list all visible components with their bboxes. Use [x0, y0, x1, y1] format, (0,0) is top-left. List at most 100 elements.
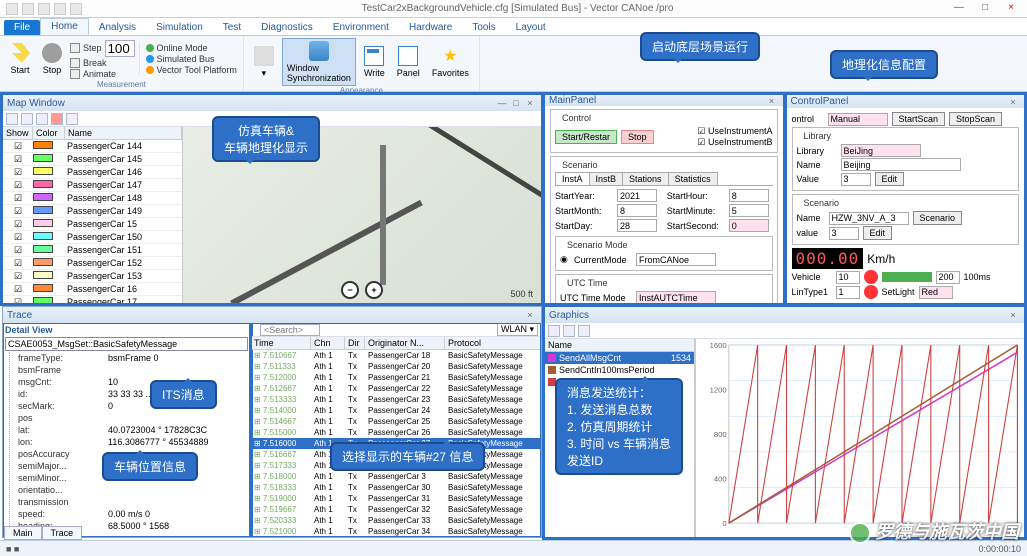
map-col-show[interactable]: Show [3, 127, 33, 139]
ribbon-tab-file[interactable]: File [4, 20, 40, 35]
scenario-value-input[interactable] [829, 227, 859, 240]
vtp-toggle[interactable]: Vector Tool Platform [146, 65, 237, 75]
start-month-input[interactable] [617, 204, 657, 217]
ribbon-tab-simulation[interactable]: Simulation [146, 20, 213, 35]
trace-row[interactable]: ⊞ 7.516667Ath 1TxPassengerCar 28BasicSaf… [251, 449, 541, 460]
current-mode-input[interactable] [636, 253, 716, 266]
tab-instb[interactable]: InstB [589, 172, 624, 185]
trace-row[interactable]: ⊞ 7.517333Ath 1TxPassengerCar 29BasicSaf… [251, 460, 541, 471]
trace-filter-dropdown[interactable]: WLAN ▾ [497, 323, 538, 336]
break-button[interactable]: Break [70, 58, 135, 68]
start-second-input[interactable] [729, 219, 769, 232]
qat-run-icon[interactable] [54, 3, 66, 15]
gfx-tool-icon[interactable] [548, 325, 560, 337]
ribbon-tab-home[interactable]: Home [40, 18, 89, 35]
mp-close-icon[interactable]: × [765, 96, 779, 106]
appearance-dropdown[interactable]: ▾ [250, 44, 278, 81]
map-row[interactable]: ☑PassengerCar 153 [3, 270, 182, 283]
tab-stations[interactable]: Stations [622, 172, 669, 185]
map-row[interactable]: ☑PassengerCar 152 [3, 257, 182, 270]
trace-row[interactable]: ⊞ 7.512000Ath 1TxPassengerCar 21BasicSaf… [251, 372, 541, 383]
online-mode-toggle[interactable]: Online Mode [146, 43, 237, 53]
scenario-button[interactable]: Scenario [913, 211, 963, 225]
trace-row[interactable]: ⊞ 7.519000Ath 1TxPassengerCar 31BasicSaf… [251, 493, 541, 504]
trace-row[interactable]: ⊞ 7.519667Ath 1TxPassengerCar 32BasicSaf… [251, 504, 541, 515]
map-row[interactable]: ☑PassengerCar 150 [3, 231, 182, 244]
step-button[interactable]: Step [70, 40, 135, 57]
graphics-chart[interactable]: 040080012001600 [695, 339, 1024, 537]
zoom-out-button[interactable]: − [341, 281, 359, 299]
trace-row[interactable]: ⊞ 7.516000Ath 1TxPassengerCar 27BasicSaf… [251, 438, 541, 449]
maximize-button[interactable]: □ [973, 2, 997, 16]
map-canvas[interactable]: −+ 500 ft [183, 127, 541, 303]
library-select[interactable] [841, 144, 921, 157]
trace-row[interactable]: ⊞ 7.511333Ath 1TxPassengerCar 20BasicSaf… [251, 361, 541, 372]
trace-row[interactable]: ⊞ 7.514000Ath 1TxPassengerCar 24BasicSaf… [251, 405, 541, 416]
window-sync-button[interactable]: Window Synchronization [282, 38, 356, 86]
wstab-main[interactable]: Main [4, 526, 42, 540]
map-row[interactable]: ☑PassengerCar 144 [3, 140, 182, 153]
start-button[interactable]: Start [6, 41, 34, 77]
trace-col-dir[interactable]: Dir [345, 337, 365, 349]
map-col-name[interactable]: Name [65, 127, 182, 139]
stopscan-button[interactable]: StopScan [949, 112, 1002, 126]
graphics-row[interactable]: SendCntIn100msPeriod [545, 364, 694, 376]
panel-button[interactable]: Panel [393, 44, 424, 80]
start-hour-input[interactable] [729, 189, 769, 202]
sim-stop-button[interactable]: Stop [621, 130, 654, 144]
trace-col-chn[interactable]: Chn [311, 337, 345, 349]
trace-col-originator[interactable]: Originator N... [365, 337, 445, 349]
ribbon-tab-layout[interactable]: Layout [506, 20, 556, 35]
qat-redo-icon[interactable] [38, 3, 50, 15]
lib-value-input[interactable] [841, 173, 871, 186]
start-year-input[interactable] [617, 189, 657, 202]
trace-row[interactable]: ⊞ 7.518333Ath 1TxPassengerCar 30BasicSaf… [251, 482, 541, 493]
ribbon-tab-hardware[interactable]: Hardware [399, 20, 462, 35]
qat-undo-icon[interactable] [22, 3, 34, 15]
trace-row[interactable]: ⊞ 7.514667Ath 1TxPassengerCar 25BasicSaf… [251, 416, 541, 427]
trace-row[interactable]: ⊞ 7.518000Ath 1TxPassengerCar 3BasicSafe… [251, 471, 541, 482]
stop-button[interactable]: Stop [38, 41, 66, 77]
map-row[interactable]: ☑PassengerCar 145 [3, 153, 182, 166]
ribbon-tab-test[interactable]: Test [213, 20, 251, 35]
map-tool-icon[interactable] [66, 113, 78, 125]
start-restart-button[interactable]: Start/Restar [555, 130, 617, 144]
graphics-row[interactable]: SendAllMsgCnt1534 [545, 352, 694, 364]
lintype-input[interactable] [836, 286, 860, 299]
tab-insta[interactable]: InstA [555, 172, 590, 185]
trace-col-time[interactable]: Time [251, 337, 311, 349]
graphics-row[interactable]: IdCnt [545, 376, 694, 388]
start-minute-input[interactable] [729, 204, 769, 217]
graphics-signal-list[interactable]: Name SendAllMsgCnt1534SendCntIn100msPeri… [545, 339, 695, 537]
minimize-button[interactable]: — [947, 2, 971, 16]
map-max-icon[interactable]: □ [509, 98, 523, 108]
close-button[interactable]: × [999, 2, 1023, 16]
trace-row[interactable]: ⊞ 7.510667Ath 1TxPassengerCar 18BasicSaf… [251, 350, 541, 361]
trace-row[interactable]: ⊞ 7.513333Ath 1TxPassengerCar 23BasicSaf… [251, 394, 541, 405]
map-tool-icon[interactable] [36, 113, 48, 125]
zoom-in-button[interactable]: + [365, 281, 383, 299]
map-col-color[interactable]: Color [33, 127, 65, 139]
qat-save-icon[interactable] [6, 3, 18, 15]
trace-col-protocol[interactable]: Protocol [445, 337, 541, 349]
gfx-close-icon[interactable]: × [1006, 310, 1020, 320]
map-rec-icon[interactable] [51, 113, 63, 125]
trace-row[interactable]: ⊞ 7.512667Ath 1TxPassengerCar 22BasicSaf… [251, 383, 541, 394]
map-row[interactable]: ☑PassengerCar 151 [3, 244, 182, 257]
map-row[interactable]: ☑PassengerCar 146 [3, 166, 182, 179]
tab-statistics[interactable]: Statistics [668, 172, 718, 185]
map-tool-icon[interactable] [6, 113, 18, 125]
use-instrument-b-check[interactable]: ☑ UseInstrumentB [697, 137, 772, 148]
setlight-input[interactable] [919, 286, 953, 299]
scenario-name-input[interactable] [829, 212, 909, 225]
map-vehicle-list[interactable]: ShowColorName ☑PassengerCar 144☑Passenge… [3, 127, 183, 303]
map-close-icon[interactable]: × [523, 98, 537, 108]
qat-more-icon[interactable] [70, 3, 82, 15]
gfx-tool-icon[interactable] [578, 325, 590, 337]
step-value-input[interactable] [105, 40, 135, 57]
map-row[interactable]: ☑PassengerCar 17 [3, 296, 182, 303]
lib-name-input[interactable] [841, 158, 961, 171]
trace-detail-view[interactable]: Detail View CSAE0053_MsgSet::BasicSafety… [3, 323, 251, 537]
trace-search-input[interactable] [260, 324, 320, 336]
use-instrument-a-check[interactable]: ☑ UseInstrumentA [697, 126, 772, 137]
